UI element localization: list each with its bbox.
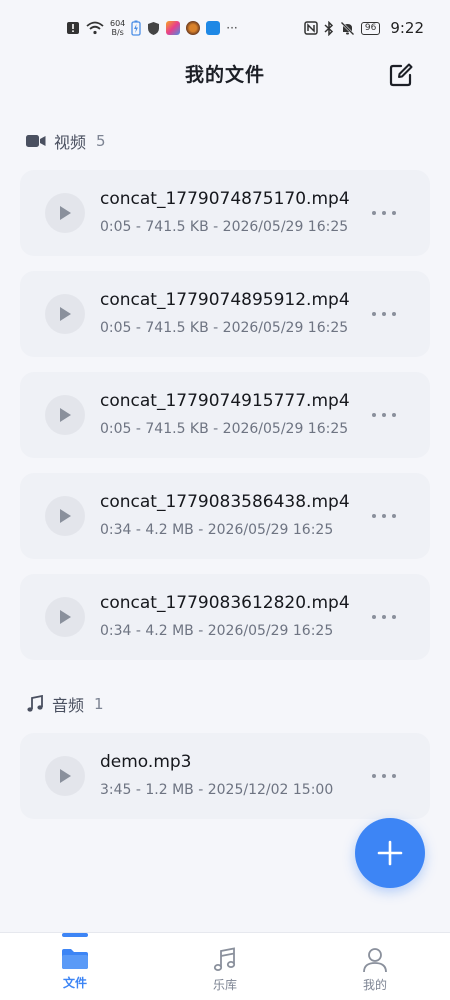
nav-label-mine: 我的	[362, 978, 387, 992]
battery-indicator: 96	[360, 21, 381, 35]
add-button[interactable]	[355, 818, 425, 888]
file-meta: 0:05 - 741.5 KB - 2026/05/29 16:25	[100, 320, 349, 336]
video-camera-icon	[26, 135, 46, 147]
file-meta: 3:45 - 1.2 MB - 2025/12/02 15:00	[100, 782, 334, 798]
status-left: 604 B/s ···	[66, 19, 238, 37]
network-speed: 604 B/s	[110, 19, 125, 37]
app-notification-icon	[186, 21, 201, 35]
mute-bell-icon	[340, 21, 355, 35]
file-name: concat_1779083612820.mp4	[100, 593, 350, 613]
file-meta: 0:34 - 4.2 MB - 2026/05/29 16:25	[100, 623, 334, 639]
nav-label-library: 乐库	[212, 978, 237, 992]
network-speed-unit: B/s	[111, 28, 124, 37]
music-note-icon	[213, 947, 236, 971]
file-name: demo.mp3	[100, 752, 192, 772]
file-name: concat_1779083586438.mp4	[100, 492, 350, 512]
file-name: concat_1779074895912.mp4	[100, 290, 350, 310]
bluetooth-icon	[324, 20, 333, 36]
file-card[interactable]: concat_1779074875170.mp4 0:05 - 741.5 KB…	[20, 170, 430, 256]
file-card[interactable]: concat_1779074915777.mp4 0:05 - 741.5 KB…	[20, 372, 430, 458]
play-button[interactable]	[45, 294, 85, 334]
nav-label-files: 文件	[62, 976, 87, 990]
page-title: 我的文件	[184, 63, 265, 86]
file-meta: 0:05 - 741.5 KB - 2026/05/29 16:25	[100, 219, 349, 235]
play-button[interactable]	[45, 496, 85, 536]
file-card[interactable]: concat_1779083612820.mp4 0:34 - 4.2 MB -…	[20, 574, 430, 660]
play-button[interactable]	[45, 597, 85, 637]
file-card[interactable]: concat_1779083586438.mp4 0:34 - 4.2 MB -…	[20, 473, 430, 559]
file-meta: 0:05 - 741.5 KB - 2026/05/29 16:25	[100, 421, 349, 437]
status-right: 96 9:22	[304, 19, 424, 37]
play-icon	[60, 769, 71, 783]
more-options-button[interactable]	[372, 304, 396, 324]
more-notifications-indicator: ···	[226, 21, 238, 35]
play-button[interactable]	[45, 193, 85, 233]
file-name: concat_1779074875170.mp4	[100, 189, 350, 209]
play-icon	[60, 509, 71, 523]
video-section-header: 视频 5	[26, 129, 106, 153]
user-icon	[363, 948, 387, 973]
more-options-button[interactable]	[372, 506, 396, 526]
more-options-button[interactable]	[372, 405, 396, 425]
more-options-button[interactable]	[372, 766, 396, 786]
shield-icon	[148, 21, 160, 35]
wifi-icon	[86, 21, 104, 35]
play-icon	[60, 307, 71, 321]
app-header: 我的文件	[0, 56, 450, 90]
play-icon	[60, 206, 71, 220]
audio-section-header: 音频 1	[26, 692, 104, 716]
file-meta: 0:34 - 4.2 MB - 2026/05/29 16:25	[100, 522, 334, 538]
more-options-button[interactable]	[372, 607, 396, 627]
audio-section-title: 音频	[52, 696, 85, 715]
nav-item-library[interactable]: 乐库	[150, 933, 300, 1000]
music-note-icon	[27, 695, 43, 712]
play-icon	[60, 408, 71, 422]
edit-icon	[389, 63, 413, 87]
play-icon	[60, 610, 71, 624]
plus-icon	[377, 840, 403, 866]
audio-section-count: 1	[94, 695, 104, 713]
status-bar: 604 B/s ··· 96 9:22	[0, 0, 450, 56]
charging-icon	[131, 20, 141, 36]
status-time: 9:22	[390, 19, 424, 37]
video-section-title: 视频	[54, 133, 87, 152]
app-notification-icon	[206, 21, 221, 35]
folder-icon	[62, 949, 88, 969]
file-name: concat_1779074915777.mp4	[100, 391, 350, 411]
nav-item-mine[interactable]: 我的	[300, 933, 450, 1000]
nfc-icon	[304, 21, 318, 35]
nav-active-indicator	[62, 933, 88, 937]
bottom-nav: 文件 乐库 我的	[0, 932, 450, 1000]
app-notification-icon	[166, 21, 181, 35]
file-card[interactable]: concat_1779074895912.mp4 0:05 - 741.5 KB…	[20, 271, 430, 357]
video-section-count: 5	[96, 132, 106, 150]
more-options-button[interactable]	[372, 203, 396, 223]
edit-button[interactable]	[388, 62, 414, 88]
play-button[interactable]	[45, 756, 85, 796]
network-speed-value: 604	[110, 19, 126, 28]
alert-icon	[67, 22, 79, 34]
file-card[interactable]: demo.mp3 3:45 - 1.2 MB - 2025/12/02 15:0…	[20, 733, 430, 819]
play-button[interactable]	[45, 395, 85, 435]
nav-item-files[interactable]: 文件	[0, 933, 150, 1000]
